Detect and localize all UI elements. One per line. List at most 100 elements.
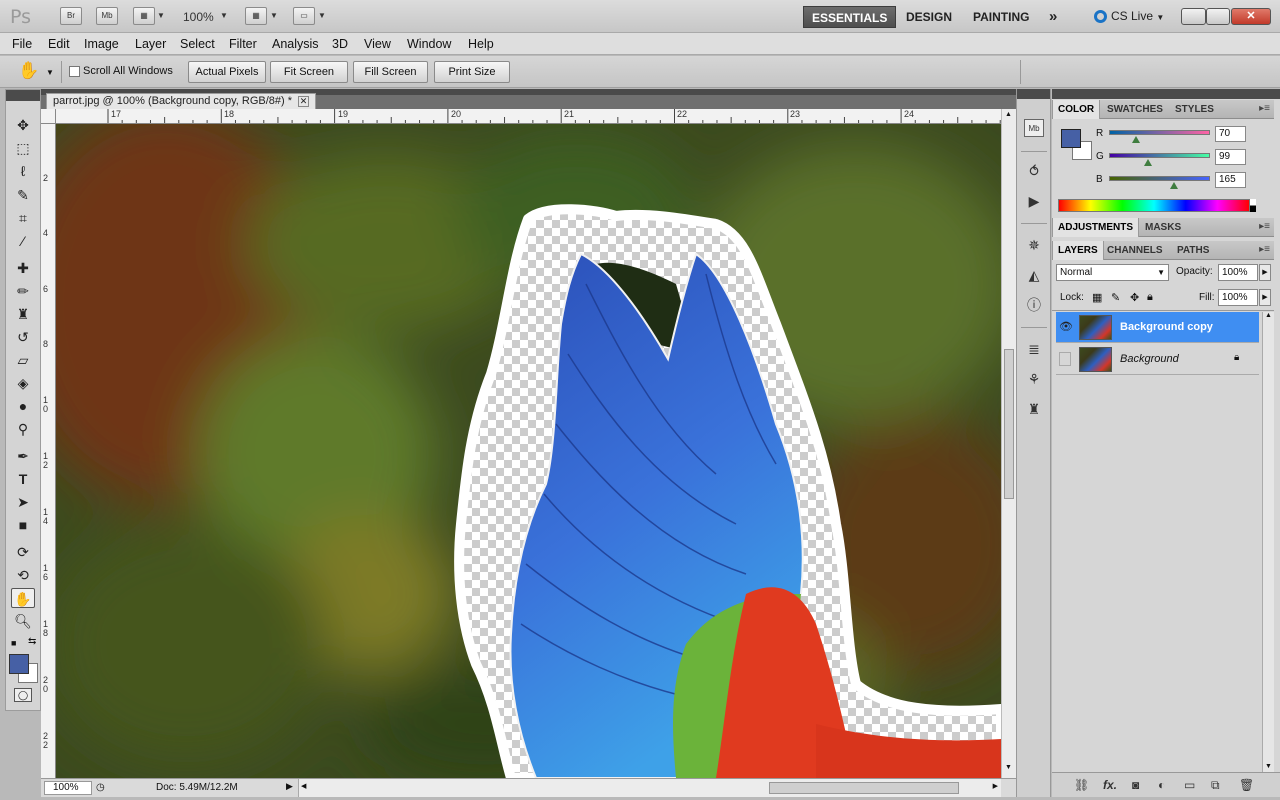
type-tool-icon[interactable]: T — [11, 469, 35, 489]
eyedropper-tool-icon[interactable]: ⁄ — [11, 231, 35, 251]
tab-masks[interactable]: MASKS — [1140, 218, 1186, 237]
layers-scrollbar[interactable]: ▲ ▼ — [1262, 312, 1274, 772]
mini-bridge-icon[interactable]: Mb — [1024, 119, 1044, 137]
green-slider-track[interactable] — [1109, 153, 1210, 158]
brush-presets-icon[interactable]: ≣ — [1024, 340, 1044, 358]
menu-analysis[interactable]: Analysis — [272, 37, 319, 51]
status-info-icon[interactable]: ◷ — [96, 782, 105, 793]
brush-tool-icon[interactable]: ✏ — [11, 281, 35, 301]
vertical-scrollbar[interactable]: ▲ ▼ — [1001, 109, 1016, 778]
fill-field[interactable]: 100% — [1218, 289, 1258, 306]
panel-menu-icon[interactable]: ▸≡ — [1259, 221, 1270, 232]
actual-pixels-button[interactable]: Actual Pixels — [188, 61, 266, 83]
zoom-level-menu[interactable]: 100% — [183, 10, 214, 24]
lock-position-icon[interactable]: ✥ — [1130, 291, 1139, 304]
fit-screen-button[interactable]: Fit Screen — [270, 61, 348, 83]
close-document-icon[interactable]: ✕ — [298, 96, 310, 107]
panel-menu-icon[interactable]: ▸≡ — [1259, 244, 1270, 255]
visibility-toggle[interactable] — [1059, 352, 1071, 366]
new-layer-icon[interactable]: ⧉ — [1211, 778, 1220, 793]
opacity-slider-arrow-icon[interactable]: ▶ — [1259, 264, 1271, 281]
layer-style-icon[interactable]: fx. — [1103, 778, 1117, 792]
more-workspaces-button[interactable]: » — [1041, 6, 1065, 28]
scroll-down-icon[interactable]: ▼ — [1005, 764, 1012, 771]
tools-panel-header[interactable] — [6, 90, 40, 101]
move-tool-icon[interactable]: ✥ — [11, 115, 35, 135]
dock-header[interactable] — [1017, 89, 1050, 99]
tab-paths[interactable]: PATHS — [1172, 241, 1214, 260]
print-size-button[interactable]: Print Size — [434, 61, 510, 83]
minimize-button[interactable] — [1181, 8, 1206, 25]
view-extras-dropdown-icon[interactable]: ▼ — [157, 11, 165, 20]
lock-transparent-icon[interactable]: ▦ — [1092, 291, 1102, 304]
scroll-down-icon[interactable]: ▼ — [1263, 763, 1272, 770]
green-slider-handle[interactable] — [1144, 159, 1152, 166]
tab-adjustments[interactable]: ADJUSTMENTS — [1052, 218, 1140, 237]
tab-styles[interactable]: STYLES — [1170, 100, 1219, 119]
mini-bridge-button[interactable]: Mb — [96, 7, 118, 25]
layer-name[interactable]: Background copy — [1120, 321, 1213, 333]
workspace-essentials[interactable]: ESSENTIALS — [803, 6, 897, 28]
arrange-dropdown-icon[interactable]: ▼ — [270, 11, 278, 20]
lock-all-icon[interactable]: 🔒︎ — [1147, 291, 1153, 304]
blur-tool-icon[interactable]: ● — [11, 396, 35, 416]
close-button[interactable]: ✕ — [1231, 8, 1271, 25]
menu-file[interactable]: File — [12, 37, 32, 51]
red-slider-handle[interactable] — [1132, 136, 1140, 143]
layer-row-background-copy[interactable]: 👁︎ Background copy — [1056, 312, 1259, 343]
3d-rotate-tool-icon[interactable]: ⟳ — [11, 542, 35, 562]
document-tab[interactable]: parrot.jpg @ 100% (Background copy, RGB/… — [46, 93, 317, 110]
actions-icon[interactable]: ▶ — [1024, 192, 1044, 210]
panels-header[interactable] — [1052, 89, 1280, 99]
adjustment-layer-icon[interactable]: ◐ — [1158, 778, 1165, 792]
scroll-all-windows-checkbox[interactable] — [69, 66, 80, 77]
view-extras-button[interactable]: ▦ — [133, 7, 155, 25]
info-icon[interactable]: ⓘ — [1024, 296, 1044, 314]
brush-icon[interactable]: ⚘ — [1024, 370, 1044, 388]
spot-healing-tool-icon[interactable]: ✚ — [11, 258, 35, 278]
clone-source-icon[interactable]: ♜ — [1024, 400, 1044, 418]
tab-layers[interactable]: LAYERS — [1052, 241, 1104, 260]
blue-slider-handle[interactable] — [1170, 182, 1178, 189]
paint-bucket-tool-icon[interactable]: ◈ — [11, 373, 35, 393]
hand-tool-preset-icon[interactable]: ✋ — [18, 61, 39, 81]
workspace-painting[interactable]: PAINTING — [965, 6, 1037, 28]
scroll-right-icon[interactable]: ▶ — [993, 782, 998, 790]
clone-stamp-tool-icon[interactable]: ♜ — [11, 304, 35, 324]
scroll-left-icon[interactable]: ◀ — [301, 782, 306, 790]
black-white-ramp[interactable] — [1250, 199, 1256, 212]
zoom-tool-icon[interactable]: 🔍︎ — [11, 611, 35, 631]
3d-icon[interactable]: ✵ — [1024, 236, 1044, 254]
scroll-up-icon[interactable]: ▲ — [1263, 312, 1274, 319]
history-icon[interactable]: ⥀ — [1024, 162, 1044, 180]
horizontal-scrollbar[interactable]: ◀ ▶ — [298, 779, 1001, 797]
red-value-field[interactable]: 70 — [1215, 126, 1246, 142]
menu-edit[interactable]: Edit — [48, 37, 70, 51]
tool-preset-dropdown-icon[interactable]: ▼ — [46, 68, 54, 77]
path-selection-tool-icon[interactable]: ➤ — [11, 492, 35, 512]
color-ramp[interactable] — [1058, 199, 1250, 212]
eraser-tool-icon[interactable]: ▱ — [11, 350, 35, 370]
fill-screen-button[interactable]: Fill Screen — [353, 61, 428, 83]
add-mask-icon[interactable]: ◙ — [1132, 778, 1139, 792]
foreground-color-chip[interactable] — [1061, 129, 1081, 148]
image-canvas[interactable] — [56, 124, 1001, 778]
delete-layer-icon[interactable]: 🗑︎ — [1239, 778, 1254, 792]
panel-menu-icon[interactable]: ▸≡ — [1259, 103, 1270, 114]
menu-select[interactable]: Select — [180, 37, 215, 51]
foreground-color-swatch[interactable] — [9, 654, 29, 674]
rectangle-tool-icon[interactable]: ■ — [11, 515, 35, 535]
menu-layer[interactable]: Layer — [135, 37, 166, 51]
menu-filter[interactable]: Filter — [229, 37, 257, 51]
menu-window[interactable]: Window — [407, 37, 451, 51]
restore-button[interactable] — [1206, 8, 1230, 25]
scroll-up-icon[interactable]: ▲ — [1005, 111, 1012, 118]
red-slider-track[interactable] — [1109, 130, 1210, 135]
quick-mask-icon[interactable]: ◯ — [14, 688, 32, 702]
3d-orbit-tool-icon[interactable]: ⟲ — [11, 565, 35, 585]
histogram-icon[interactable]: ◭ — [1024, 266, 1044, 284]
menu-image[interactable]: Image — [84, 37, 119, 51]
status-zoom-field[interactable]: 100% — [44, 781, 92, 795]
new-group-icon[interactable]: ▭ — [1184, 778, 1195, 792]
lock-image-icon[interactable]: ✎ — [1111, 291, 1120, 304]
